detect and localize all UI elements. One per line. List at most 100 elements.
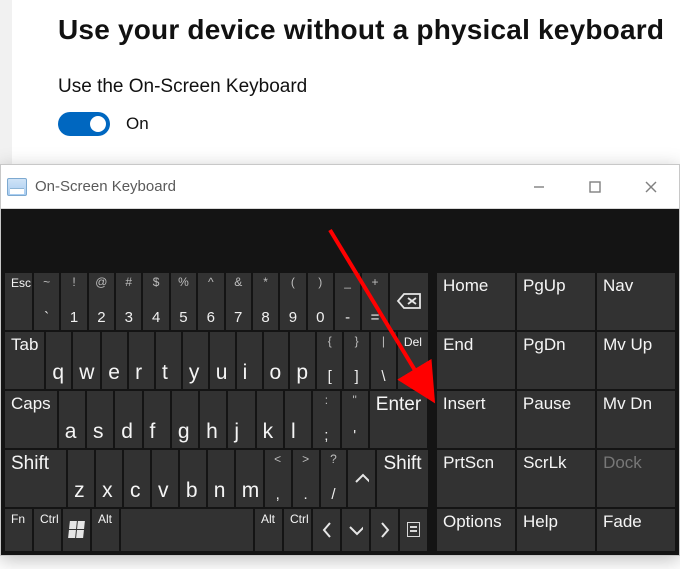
key-down[interactable]	[342, 509, 369, 551]
key-shift-left[interactable]: Shift	[5, 450, 66, 507]
osk-toggle[interactable]	[58, 112, 110, 136]
key-rbracket[interactable]: }]	[344, 332, 369, 389]
window-controls	[511, 165, 679, 208]
key-y[interactable]: y	[183, 332, 208, 389]
key-g[interactable]: g	[172, 391, 198, 448]
key-lbracket[interactable]: {[	[317, 332, 342, 389]
key-b[interactable]: b	[180, 450, 206, 507]
osk-titlebar[interactable]: On-Screen Keyboard	[1, 165, 679, 209]
key-comma[interactable]: <,	[265, 450, 291, 507]
close-button[interactable]	[623, 165, 679, 208]
key-caps[interactable]: Caps	[5, 391, 57, 448]
key-period[interactable]: >.	[293, 450, 319, 507]
keyboard-row-4: Shift z x c v b n m <, >. ?/ Shift PrtSc…	[5, 450, 675, 507]
key-scrlk[interactable]: ScrLk	[517, 450, 595, 507]
key-del[interactable]: Del	[398, 332, 428, 389]
key-left[interactable]	[313, 509, 340, 551]
key-u[interactable]: u	[210, 332, 235, 389]
key-semicolon[interactable]: :;	[313, 391, 339, 448]
key-mvdn[interactable]: Mv Dn	[597, 391, 675, 448]
key-c[interactable]: c	[124, 450, 150, 507]
key-0[interactable]: )0	[308, 273, 333, 330]
key-menu[interactable]	[400, 509, 427, 551]
key-nav[interactable]: Nav	[597, 273, 675, 330]
key-5[interactable]: %5	[171, 273, 196, 330]
key-t[interactable]: t	[156, 332, 181, 389]
key-backspace[interactable]	[390, 273, 428, 330]
close-icon	[644, 180, 658, 194]
key-1[interactable]: !1	[61, 273, 86, 330]
key-f[interactable]: f	[144, 391, 170, 448]
key-8[interactable]: *8	[253, 273, 278, 330]
key-2[interactable]: @2	[89, 273, 114, 330]
chevron-right-icon	[379, 521, 391, 539]
key-r[interactable]: r	[129, 332, 154, 389]
key-pgup[interactable]: PgUp	[517, 273, 595, 330]
key-fn[interactable]: Fn	[5, 509, 32, 551]
key-help[interactable]: Help	[517, 509, 595, 551]
minimize-icon	[532, 180, 546, 194]
minimize-button[interactable]	[511, 165, 567, 208]
keyboard-row-5: Fn Ctrl Alt Alt Ctrl Options	[5, 509, 675, 551]
keyboard-body: Esc ~` !1 @2 #3 $4 %5 ^6 &7 *8 (9 )0 _- …	[1, 209, 679, 559]
key-4[interactable]: $4	[143, 273, 168, 330]
key-ctrl-right[interactable]: Ctrl	[284, 509, 311, 551]
key-backslash[interactable]: |\	[371, 332, 396, 389]
osk-app-icon	[7, 178, 27, 196]
key-i[interactable]: i	[237, 332, 262, 389]
keyboard-row-2: Tab q w e r t y u i o p {[ }] |\ Del End…	[5, 332, 675, 389]
key-o[interactable]: o	[264, 332, 289, 389]
key-prtscn[interactable]: PrtScn	[437, 450, 515, 507]
key-up[interactable]	[348, 450, 375, 507]
key-9[interactable]: (9	[280, 273, 305, 330]
key-windows[interactable]	[63, 509, 90, 551]
key-home[interactable]: Home	[437, 273, 515, 330]
key-m[interactable]: m	[236, 450, 263, 507]
key-s[interactable]: s	[87, 391, 113, 448]
key-6[interactable]: ^6	[198, 273, 223, 330]
chevron-down-icon	[348, 524, 363, 536]
key-w[interactable]: w	[73, 332, 100, 389]
key-insert[interactable]: Insert	[437, 391, 515, 448]
key-pause[interactable]: Pause	[517, 391, 595, 448]
key-3[interactable]: #3	[116, 273, 141, 330]
key-p[interactable]: p	[290, 332, 315, 389]
maximize-button[interactable]	[567, 165, 623, 208]
key-a[interactable]: a	[59, 391, 85, 448]
key-quote[interactable]: "'	[342, 391, 368, 448]
key-pgdn[interactable]: PgDn	[517, 332, 595, 389]
key-z[interactable]: z	[68, 450, 94, 507]
key-alt-left[interactable]: Alt	[92, 509, 119, 551]
key-v[interactable]: v	[152, 450, 178, 507]
key-shift-right[interactable]: Shift	[377, 450, 427, 507]
key-dock[interactable]: Dock	[597, 450, 675, 507]
key-l[interactable]: l	[285, 391, 311, 448]
key-tilde[interactable]: ~`	[34, 273, 59, 330]
osk-window-title: On-Screen Keyboard	[35, 178, 176, 195]
key-fade[interactable]: Fade	[597, 509, 675, 551]
key-esc[interactable]: Esc	[5, 273, 32, 330]
key-k[interactable]: k	[257, 391, 283, 448]
key-options[interactable]: Options	[437, 509, 515, 551]
key-n[interactable]: n	[208, 450, 234, 507]
key-enter[interactable]: Enter	[370, 391, 427, 448]
key-tab[interactable]: Tab	[5, 332, 44, 389]
chevron-up-icon	[354, 472, 369, 484]
key-slash[interactable]: ?/	[321, 450, 347, 507]
key-j[interactable]: j	[228, 391, 254, 448]
key-d[interactable]: d	[115, 391, 141, 448]
key-ctrl-left[interactable]: Ctrl	[34, 509, 61, 551]
key-space[interactable]	[121, 509, 253, 551]
key-x[interactable]: x	[96, 450, 122, 507]
key-h[interactable]: h	[200, 391, 226, 448]
key-q[interactable]: q	[46, 332, 71, 389]
key-end[interactable]: End	[437, 332, 515, 389]
key-equal[interactable]: +=	[362, 273, 387, 330]
key-e[interactable]: e	[102, 332, 127, 389]
key-right[interactable]	[371, 509, 398, 551]
key-minus[interactable]: _-	[335, 273, 360, 330]
windows-icon	[68, 521, 85, 538]
key-7[interactable]: &7	[226, 273, 251, 330]
key-mvup[interactable]: Mv Up	[597, 332, 675, 389]
key-alt-right[interactable]: Alt	[255, 509, 282, 551]
